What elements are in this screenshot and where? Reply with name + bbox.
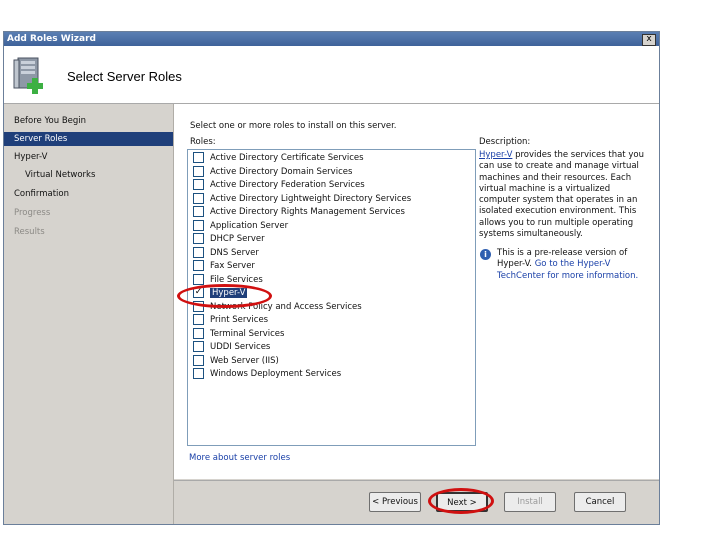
wizard-header: Select Server Roles — [4, 46, 659, 104]
checkbox[interactable] — [193, 179, 204, 190]
hyper-v-link[interactable]: Hyper-V — [479, 150, 512, 160]
window-title: Add Roles Wizard — [7, 34, 96, 44]
close-button[interactable]: x — [642, 34, 656, 46]
previous-button[interactable]: < Previous — [369, 492, 421, 512]
description-label: Description: — [479, 137, 531, 147]
role-item[interactable]: Terminal Services — [193, 327, 284, 341]
role-item[interactable]: DNS Server — [193, 246, 259, 260]
page-title: Select Server Roles — [67, 69, 182, 84]
role-item[interactable]: Windows Deployment Services — [193, 368, 341, 381]
role-item[interactable]: Web Server (IIS) — [193, 354, 279, 368]
checkbox[interactable] — [193, 327, 204, 339]
checkbox[interactable] — [193, 260, 204, 271]
role-item[interactable]: UDDI Services — [193, 341, 270, 354]
sidebar-item-progress: Progress — [14, 208, 51, 218]
server-add-icon — [13, 57, 43, 94]
checkbox[interactable] — [193, 368, 204, 379]
description-text: Hyper-V provides the services that you c… — [479, 150, 644, 240]
install-button: Install — [504, 492, 556, 512]
cancel-button[interactable]: Cancel — [574, 492, 626, 512]
role-item[interactable]: DHCP Server — [193, 233, 265, 246]
checkbox[interactable] — [193, 273, 204, 285]
next-highlight-ellipse — [428, 488, 494, 514]
sidebar-item-before-you-begin[interactable]: Before You Begin — [4, 114, 173, 128]
more-about-roles-link[interactable]: More about server roles — [189, 453, 290, 463]
role-item[interactable]: Active Directory Federation Services — [193, 179, 365, 192]
checkbox[interactable] — [193, 192, 204, 204]
sidebar-item-virtual-networks[interactable]: Virtual Networks — [4, 168, 173, 182]
sidebar-item-server-roles[interactable]: Server Roles — [4, 132, 173, 146]
role-item[interactable]: Print Services — [193, 314, 268, 327]
checkbox[interactable] — [193, 354, 204, 366]
checkbox[interactable] — [193, 165, 204, 177]
info-icon: i — [480, 249, 491, 260]
checkbox[interactable] — [193, 233, 204, 244]
title-bar: Add Roles Wizard x — [4, 32, 659, 46]
info-text: This is a pre-release version of Hyper-V… — [497, 248, 639, 281]
checkbox[interactable] — [193, 219, 204, 231]
add-roles-wizard-window: Add Roles Wizard x Select Server Roles B… — [3, 31, 660, 525]
instruction-text: Select one or more roles to install on t… — [190, 121, 397, 131]
hyper-v-highlight-ellipse — [177, 284, 272, 308]
checkbox[interactable] — [193, 152, 204, 163]
checkbox[interactable] — [193, 206, 204, 217]
close-icon: x — [646, 34, 652, 44]
footer-divider — [174, 480, 659, 481]
checkbox[interactable] — [193, 341, 204, 352]
wizard-steps-sidebar: Before You Begin Server Roles Hyper-V Vi… — [4, 104, 174, 524]
checkbox[interactable] — [193, 314, 204, 325]
role-item[interactable]: Fax Server — [193, 260, 255, 273]
role-item[interactable]: Active Directory Domain Services — [193, 165, 352, 179]
sidebar-item-results: Results — [14, 227, 45, 237]
sidebar-item-confirmation[interactable]: Confirmation — [4, 187, 173, 201]
role-item[interactable]: Application Server — [193, 219, 288, 233]
role-item[interactable]: Active Directory Lightweight Directory S… — [193, 192, 411, 206]
role-item[interactable]: Active Directory Certificate Services — [193, 152, 364, 165]
checkbox[interactable] — [193, 246, 204, 258]
roles-label: Roles: — [190, 137, 216, 147]
sidebar-item-hyper-v[interactable]: Hyper-V — [4, 150, 173, 164]
role-item[interactable]: Active Directory Rights Management Servi… — [193, 206, 405, 219]
